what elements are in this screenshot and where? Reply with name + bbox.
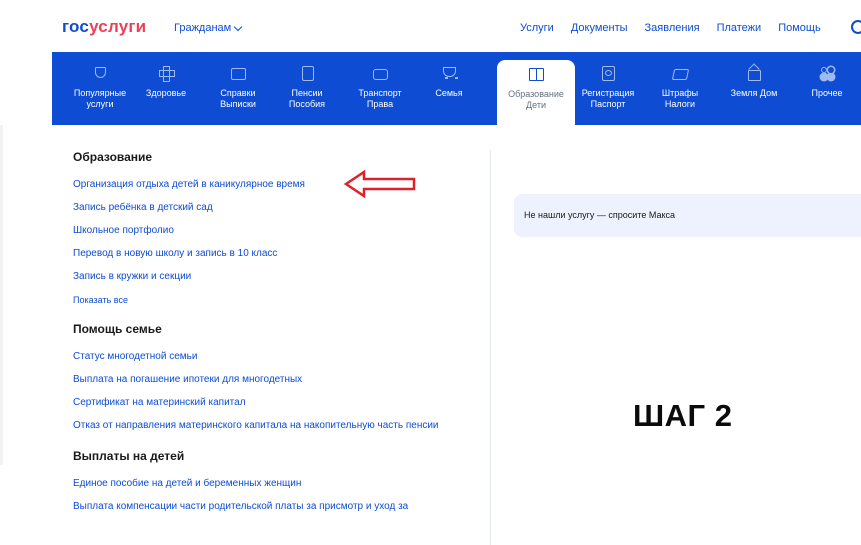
nav-documents[interactable]: Документы — [571, 22, 628, 34]
show-all-link[interactable]: Показать все — [73, 295, 473, 305]
top-header: госуслуги Гражданам Услуги Документы Зая… — [0, 0, 861, 52]
section-title-child-payments: Выплаты на детей — [73, 449, 185, 463]
document-icon — [299, 65, 315, 81]
category-pensions[interactable]: Пенсии Пособия — [282, 52, 332, 125]
service-link[interactable]: Школьное портфолио — [73, 224, 473, 237]
search-icon[interactable] — [851, 20, 861, 34]
section-title-family-help: Помощь семье — [73, 322, 162, 336]
nav-help[interactable]: Помощь — [778, 22, 821, 34]
camera-icon — [672, 65, 688, 81]
stroller-icon — [441, 65, 458, 81]
service-link[interactable]: Выплата на погашение ипотеки для многоде… — [73, 373, 473, 386]
category-registration[interactable]: Регистрация Паспорт — [580, 52, 636, 125]
step-label: ШАГ 2 — [633, 398, 733, 433]
chevron-down-icon — [233, 22, 243, 31]
category-family[interactable]: Семья — [428, 52, 470, 125]
top-nav: Услуги Документы Заявления Платежи Помощ… — [520, 22, 838, 34]
category-popular[interactable]: Популярные услуги — [72, 52, 128, 125]
house-icon — [746, 65, 762, 81]
category-fines[interactable]: Штрафы Налоги — [655, 52, 705, 125]
nav-payments[interactable]: Платежи — [717, 22, 762, 34]
category-land-home[interactable]: Земля Дом — [725, 52, 783, 125]
category-certificates[interactable]: Справки Выписки — [212, 52, 264, 125]
audience-label: Гражданам — [174, 22, 232, 34]
service-link[interactable]: Сертификат на материнский капитал — [73, 396, 473, 409]
service-link[interactable]: Единое пособие на детей и беременных жен… — [73, 477, 473, 490]
medical-cross-icon — [158, 65, 175, 82]
category-health[interactable]: Здоровье — [140, 52, 192, 125]
left-panel-edge — [0, 125, 3, 465]
car-icon — [372, 65, 388, 81]
ask-assistant-text: Не нашли услугу — спросите Макса — [524, 210, 676, 220]
category-education[interactable]: Образование Дети — [497, 60, 575, 125]
services-column: Образование Организация отдыха детей в к… — [73, 150, 473, 513]
column-divider — [490, 150, 491, 545]
category-transport[interactable]: Транспорт Права — [352, 52, 408, 125]
nav-services[interactable]: Услуги — [520, 22, 554, 34]
gosuslugi-logo[interactable]: госуслуги — [62, 17, 146, 37]
service-link[interactable]: Статус многодетной семьи — [73, 350, 473, 363]
service-link[interactable]: Перевод в новую школу и запись в 10 клас… — [73, 247, 473, 260]
folder-icon — [230, 65, 246, 81]
grid-icon — [819, 65, 835, 81]
book-icon — [528, 66, 544, 82]
service-link[interactable]: Выплата компенсации части родительской п… — [73, 500, 473, 513]
category-other[interactable]: Прочее — [803, 52, 851, 125]
passport-icon — [600, 65, 616, 81]
audience-selector[interactable]: Гражданам — [174, 22, 243, 34]
nav-applications[interactable]: Заявления — [645, 22, 700, 34]
category-bar: Популярные услуги Здоровье Справки Выпис… — [52, 52, 861, 125]
heart-icon — [92, 65, 108, 81]
red-arrow-icon — [344, 170, 416, 198]
ask-assistant-box[interactable]: Не нашли услугу — спросите Макса — [514, 194, 861, 237]
service-link[interactable]: Запись ребёнка в детский сад — [73, 201, 473, 214]
service-link[interactable]: Запись в кружки и секции — [73, 270, 473, 283]
service-link[interactable]: Отказ от направления материнского капита… — [73, 419, 458, 432]
section-title-education: Образование — [73, 150, 153, 164]
